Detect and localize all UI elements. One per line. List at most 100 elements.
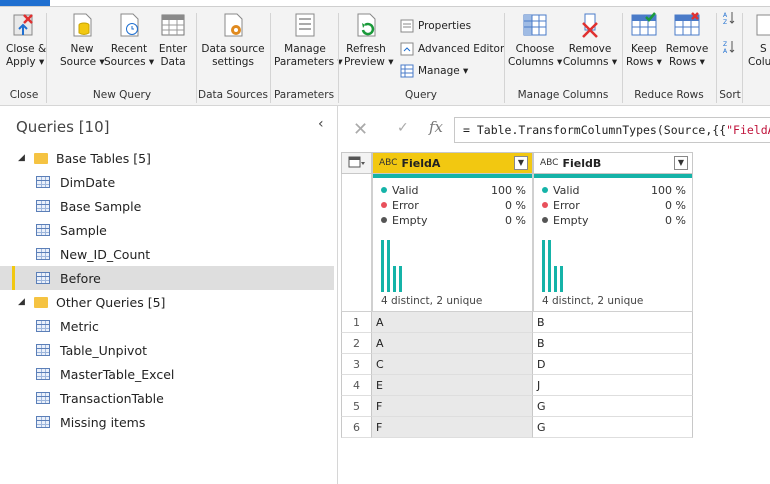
query-item-sample[interactable]: Sample: [0, 218, 334, 242]
sort-ascending-icon: AZ: [723, 12, 735, 25]
choose-columns-button[interactable]: Choose Columns ▾: [508, 11, 562, 69]
new-source-button[interactable]: New Source ▾: [60, 11, 105, 69]
query-item-transactiontable[interactable]: TransactionTable: [0, 386, 334, 410]
histogram-bar[interactable]: [548, 240, 551, 292]
cell-fielda[interactable]: F: [372, 417, 533, 438]
table-menu-icon: [348, 156, 365, 168]
row-number[interactable]: 1: [341, 312, 372, 333]
column-filter-dropdown[interactable]: ▼: [514, 156, 528, 170]
query-item-dimdate[interactable]: DimDate: [0, 170, 334, 194]
cell-fielda[interactable]: E: [372, 375, 533, 396]
advanced-editor-label: Advanced Editor: [418, 43, 505, 55]
remove-rows-button[interactable]: Remove Rows ▾: [664, 11, 710, 69]
error-label: Error: [392, 199, 419, 212]
query-item-missing-items[interactable]: Missing items: [0, 410, 334, 434]
query-item-label: Sample: [60, 222, 107, 238]
cell-fielda[interactable]: C: [372, 354, 533, 375]
row-number[interactable]: 2: [341, 333, 372, 354]
sort-ascending-button[interactable]: AZ: [722, 11, 736, 25]
cell-fieldb[interactable]: D: [533, 354, 693, 375]
query-item-metric[interactable]: Metric: [0, 314, 334, 338]
histogram-bar[interactable]: [560, 266, 563, 292]
histogram-bar[interactable]: [542, 240, 545, 292]
row-number[interactable]: 5: [341, 396, 372, 417]
group-new-query: New Query: [92, 89, 152, 101]
manage-label: Manage ▾: [418, 65, 469, 77]
data-source-settings-button[interactable]: Data source settings: [200, 11, 266, 69]
cell-fieldb[interactable]: J: [533, 375, 693, 396]
query-item-label: Table_Unpivot: [60, 342, 147, 358]
cell-fielda[interactable]: A: [372, 333, 533, 354]
table-icon: [36, 392, 50, 404]
column-header-fieldb[interactable]: ABC FieldB ▼: [533, 152, 693, 174]
histogram-bar[interactable]: [554, 266, 557, 292]
cell-fieldb[interactable]: G: [533, 417, 693, 438]
collapse-pane-icon[interactable]: ‹: [318, 116, 324, 132]
svg-text:A: A: [723, 48, 728, 54]
histogram-bar[interactable]: [399, 266, 402, 292]
table-menu-button[interactable]: [341, 152, 372, 174]
commit-formula-icon[interactable]: ✓: [397, 120, 409, 136]
expand-triangle-icon: ◢: [18, 297, 25, 307]
value-distribution-histogram[interactable]: [542, 236, 602, 292]
query-item-new-id-count[interactable]: New_ID_Count: [0, 242, 334, 266]
column-profile-fielda: Valid 100 % Error 0 % Empty 0 % 4 distinct,…: [372, 174, 533, 312]
close-apply-button[interactable]: Close & Apply ▾: [6, 11, 46, 69]
split-column-button[interactable]: S Colu: [748, 11, 770, 69]
data-source-settings-label-2: settings: [212, 56, 254, 68]
properties-icon: [400, 19, 414, 33]
function-icon[interactable]: fx: [429, 118, 443, 136]
value-distribution-histogram[interactable]: [381, 236, 441, 292]
cell-fieldb[interactable]: G: [533, 396, 693, 417]
column-header-fielda[interactable]: ABC FieldA ▼: [372, 152, 533, 174]
remove-rows-icon: [674, 12, 700, 36]
manage-parameters-button[interactable]: Manage Parameters ▾: [274, 11, 343, 69]
query-item-label: Before: [60, 270, 101, 286]
recent-sources-button[interactable]: Recent Sources ▾: [104, 11, 154, 69]
query-item-mastertable-excel[interactable]: MasterTable_Excel: [0, 362, 334, 386]
cell-fielda[interactable]: A: [372, 312, 533, 333]
empty-label: Empty: [392, 214, 428, 227]
formula-input[interactable]: = Table.TransformColumnTypes(Source,{{"F…: [454, 117, 770, 143]
enter-data-button[interactable]: Enter Data: [156, 11, 190, 69]
histogram-bar[interactable]: [381, 240, 384, 292]
query-item-table-unpivot[interactable]: Table_Unpivot: [0, 338, 334, 362]
query-group-other-queries[interactable]: ◢ Other Queries [5]: [0, 290, 334, 314]
properties-button[interactable]: Properties: [400, 19, 471, 33]
query-item-base-sample[interactable]: Base Sample: [0, 194, 334, 218]
text-type-icon[interactable]: ABC: [540, 158, 558, 168]
cell-fieldb[interactable]: B: [533, 333, 693, 354]
cell-fielda[interactable]: F: [372, 396, 533, 417]
query-group-base-tables[interactable]: ◢ Base Tables [5]: [0, 146, 334, 170]
new-source-icon: [73, 13, 92, 37]
row-number[interactable]: 4: [341, 375, 372, 396]
table-icon: [36, 248, 50, 260]
query-item-label: New_ID_Count: [60, 246, 151, 262]
sort-descending-button[interactable]: ZA: [722, 40, 736, 54]
row-number[interactable]: 6: [341, 417, 372, 438]
refresh-preview-button[interactable]: Refresh Preview ▾: [344, 11, 393, 69]
quality-bar: [373, 174, 532, 178]
histogram-bar[interactable]: [387, 240, 390, 292]
query-item-before[interactable]: Before: [0, 266, 334, 290]
cancel-formula-icon[interactable]: ✕: [353, 119, 368, 140]
svg-text:Z: Z: [723, 19, 727, 25]
row-number[interactable]: 3: [341, 354, 372, 375]
recent-sources-label-1: Recent: [110, 43, 148, 55]
formula-string: "FieldA": [726, 123, 770, 137]
cell-fieldb[interactable]: B: [533, 312, 693, 333]
advanced-editor-button[interactable]: Advanced Editor: [400, 42, 504, 56]
group-reduce-rows: Reduce Rows: [634, 89, 704, 101]
empty-label: Empty: [553, 214, 589, 227]
text-type-icon[interactable]: ABC: [379, 158, 397, 168]
table-icon: [36, 272, 50, 284]
manage-button[interactable]: Manage ▾: [400, 64, 468, 78]
split-column-label-2: Colu: [748, 56, 770, 68]
query-item-label: MasterTable_Excel: [60, 366, 175, 382]
remove-columns-button[interactable]: Remove Columns ▾: [562, 11, 618, 69]
column-filter-dropdown[interactable]: ▼: [674, 156, 688, 170]
selection-bar: [12, 266, 15, 290]
keep-rows-button[interactable]: Keep Rows ▾: [626, 11, 662, 69]
histogram-bar[interactable]: [393, 266, 396, 292]
valid-dot-icon: [381, 187, 387, 193]
